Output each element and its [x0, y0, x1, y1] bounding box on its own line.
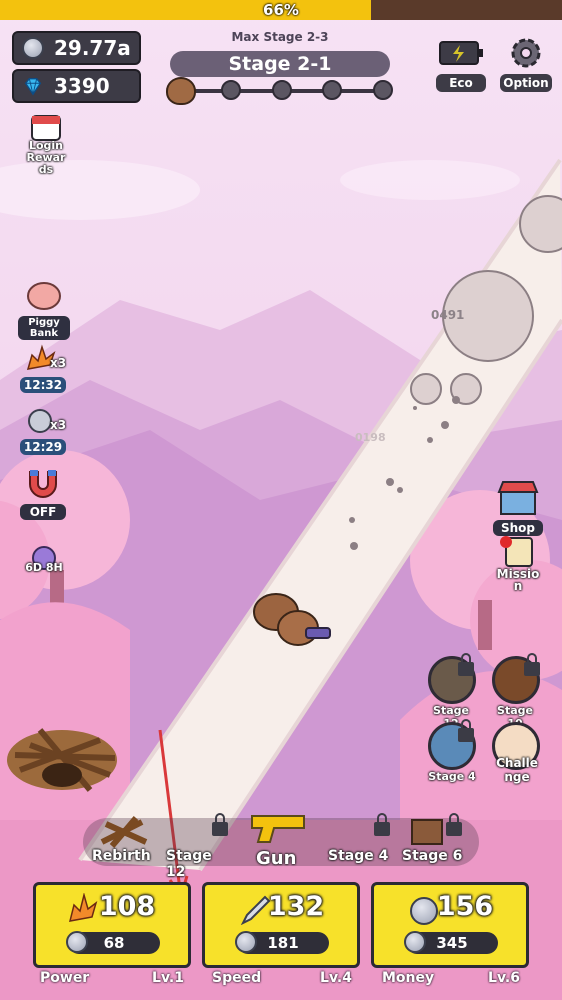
option-label: Option [500, 74, 552, 92]
mission-label: Missio n [496, 567, 540, 593]
power-footer: Power Lv.1 [40, 970, 184, 992]
silver-amount: 29.77a [54, 36, 131, 60]
stage-node [272, 80, 292, 100]
max-stage-label: Max Stage 2-3 [231, 30, 329, 44]
eco-button[interactable]: Eco [436, 38, 486, 92]
power-upgrade-card[interactable]: 108 68 [33, 882, 191, 968]
coin-boost-button[interactable]: x3 12:29 [20, 405, 66, 455]
stage12-slot-label: Stage 12 [166, 848, 212, 880]
silver-counter: 29.77a [12, 31, 141, 65]
power-boost-timer: 12:32 [20, 377, 66, 393]
stage4-slot-label: Stage 4 [328, 848, 389, 864]
gem-counter: 3390 [12, 69, 141, 103]
piggy-bank-icon [27, 282, 61, 310]
gun-icon [251, 815, 305, 843]
coin-icon [404, 931, 426, 953]
lock-icon [458, 719, 474, 742]
magnet-icon [29, 470, 57, 498]
gear-icon [511, 38, 541, 68]
login-rewards-button[interactable]: Login Rewar ds [20, 112, 72, 176]
power-value: 108 [98, 891, 156, 922]
stage-progress-text: 66% [263, 1, 299, 19]
battery-icon [439, 41, 483, 65]
power-name: Power [40, 970, 90, 986]
option-button[interactable]: Option [500, 36, 552, 92]
money-level: Lv.6 [488, 970, 520, 986]
gem-amount: 3390 [54, 74, 110, 98]
money-upgrade-card[interactable]: 156 345 [371, 882, 529, 968]
alarm-button[interactable]: 6D 8H [22, 544, 66, 574]
gun-label: Gun [256, 848, 297, 869]
silver-coin-icon [22, 37, 44, 59]
rebirth-slot[interactable]: Rebirth [92, 812, 156, 864]
money-footer: Money Lv.6 [382, 970, 520, 992]
stage4-label: Stage 4 [428, 770, 476, 783]
speed-value: 132 [267, 891, 325, 922]
eco-label: Eco [436, 74, 486, 92]
coin-boost-timer: 12:29 [20, 439, 66, 455]
lock-icon [374, 813, 390, 836]
coin-boost-multiplier: x3 [50, 418, 67, 432]
login-rewards-label: Login Rewar ds [26, 139, 66, 176]
coin-icon [235, 931, 257, 953]
stage-node [373, 80, 393, 100]
twig-pile-icon [100, 816, 148, 848]
current-stage-label: Stage 2-1 [170, 51, 390, 77]
gun-slot[interactable]: Gun [244, 806, 314, 869]
stage10-portal[interactable]: Stage 10 [492, 653, 540, 730]
stage4-portal[interactable]: Stage 4 [428, 719, 476, 783]
power-level: Lv.1 [152, 970, 184, 986]
big-rock-hp: 0491 [431, 308, 465, 322]
game-scene: 0491 0198 66% 29.77a 3390 Max Stage 2-3 … [0, 0, 562, 1000]
diamond-icon [24, 77, 42, 96]
alarm-timer: 6D 8H [25, 561, 63, 574]
stage6-slot[interactable]: Stage 6 [400, 812, 464, 864]
power-boost-multiplier: x3 [50, 356, 67, 370]
challenge-label: Challe nge [496, 756, 538, 784]
clipboard-icon [500, 536, 533, 567]
piggy-bank-label: Piggy Bank [18, 316, 70, 340]
lock-icon [446, 813, 462, 836]
mission-button[interactable]: Missio n [492, 534, 544, 592]
magnet-toggle[interactable]: OFF [20, 466, 66, 520]
shop-button[interactable]: Shop [493, 478, 543, 536]
stage-node [322, 80, 342, 100]
shop-icon [497, 481, 539, 515]
coin-icon [66, 931, 88, 953]
stage-node [221, 80, 241, 100]
money-value: 156 [436, 891, 494, 922]
lock-icon [524, 653, 540, 676]
speed-upgrade-card[interactable]: 132 181 [202, 882, 360, 968]
magnet-state: OFF [20, 504, 66, 520]
speed-level: Lv.4 [320, 970, 352, 986]
piggy-bank-button[interactable]: Piggy Bank [18, 278, 70, 340]
hamster-head-icon [166, 77, 196, 105]
stage6-slot-label: Stage 6 [402, 848, 463, 864]
money-name: Money [382, 970, 435, 986]
lock-icon [458, 653, 474, 676]
small-rock-hp: 0198 [355, 431, 386, 444]
rebirth-label: Rebirth [92, 848, 151, 864]
speed-name: Speed [212, 970, 262, 986]
power-boost-button[interactable]: x3 12:32 [20, 343, 66, 393]
lock-icon [212, 813, 228, 836]
speed-footer: Speed Lv.4 [212, 970, 352, 992]
calendar-icon [31, 115, 61, 141]
challenge-button[interactable]: Challe nge [492, 722, 542, 784]
twig-nest [7, 728, 117, 792]
